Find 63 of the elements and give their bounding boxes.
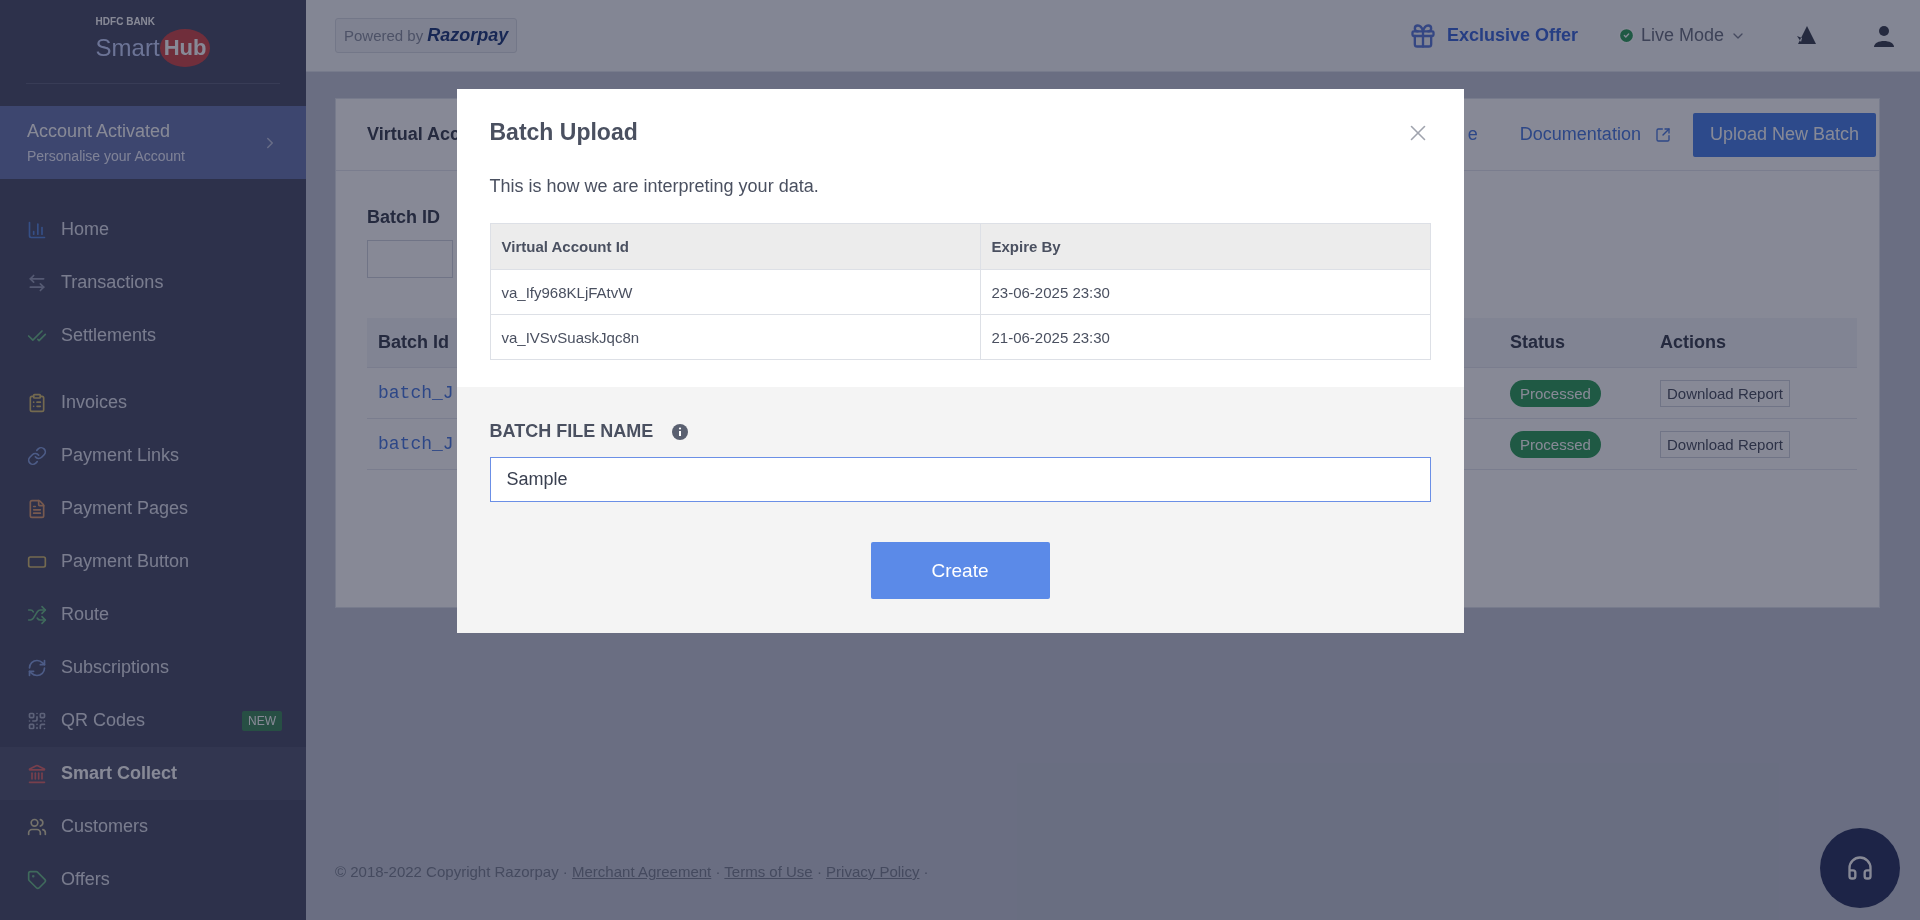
sidebar-item[interactable]: Route bbox=[0, 588, 306, 641]
sidebar-item[interactable]: Payment Pages bbox=[0, 482, 306, 535]
column-header: Virtual Account Id bbox=[500, 237, 630, 257]
batch-id-link[interactable]: batch_J bbox=[378, 383, 454, 403]
logo-bank-text: HDFC BANK bbox=[95, 16, 156, 28]
user-icon[interactable] bbox=[1872, 23, 1896, 48]
batch-id-link[interactable]: batch_J bbox=[378, 434, 454, 454]
arrows-icon bbox=[27, 272, 47, 293]
table-cell: 21-06-2025 23:30 bbox=[979, 315, 1430, 359]
split-arrows-icon bbox=[27, 604, 47, 625]
gift-icon bbox=[1408, 21, 1437, 50]
sidebar-item[interactable]: Smart Collect bbox=[0, 747, 306, 800]
bar-chart-icon bbox=[27, 219, 47, 240]
qr-code-icon bbox=[27, 710, 47, 731]
brand-logo-text: Razorpay bbox=[427, 25, 509, 46]
bank-icon bbox=[27, 763, 47, 784]
header-link[interactable]: e bbox=[1467, 124, 1478, 145]
sidebar-item[interactable]: Customers bbox=[0, 800, 306, 853]
headset-icon bbox=[1846, 854, 1874, 882]
mode-dropdown[interactable]: Live Mode bbox=[1617, 25, 1746, 46]
link-icon bbox=[27, 445, 47, 466]
dialog-description: This is how we are interpreting your data. bbox=[489, 176, 820, 197]
people-icon bbox=[27, 816, 47, 837]
refresh-icon bbox=[27, 657, 47, 678]
card-title: Virtual Acc bbox=[367, 124, 461, 145]
dialog-title: Batch Upload bbox=[489, 119, 638, 146]
sidebar-item[interactable]: Payment Button bbox=[0, 535, 306, 588]
table-cell-text: va_IVSvSuaskJqc8n bbox=[500, 327, 641, 348]
check-circle-icon bbox=[1617, 27, 1635, 44]
sidebar-item[interactable]: Home bbox=[0, 203, 306, 256]
new-badge: NEW bbox=[242, 710, 282, 731]
clipboard-icon bbox=[27, 392, 47, 413]
status-badge: Processed bbox=[1510, 430, 1601, 458]
table-cell-text: va_Ify968KLjFAtvW bbox=[500, 282, 634, 303]
logo-text: Smart bbox=[95, 34, 160, 63]
sidebar-item[interactable]: Subscriptions bbox=[0, 641, 306, 694]
exclusive-offer-link[interactable]: Exclusive Offer bbox=[1408, 21, 1578, 50]
document-icon bbox=[27, 498, 47, 519]
tag-icon bbox=[27, 869, 47, 890]
sidebar-item[interactable]: Invoices bbox=[0, 376, 306, 429]
external-link-icon bbox=[1654, 126, 1671, 143]
sidebar-item[interactable]: Settlements bbox=[0, 309, 306, 362]
info-icon bbox=[671, 422, 690, 441]
column-header: Batch Id bbox=[378, 332, 449, 353]
sidebar-item[interactable]: Payment Links bbox=[0, 429, 306, 482]
account-banner[interactable]: Account Activated Personalise your Account bbox=[0, 106, 306, 179]
sidebar-item[interactable]: Offers bbox=[0, 853, 306, 906]
column-header: Status bbox=[1510, 332, 1565, 353]
batch-file-name-field[interactable]: Sample bbox=[489, 457, 1431, 502]
download-report-button[interactable]: Download Report bbox=[1660, 430, 1790, 458]
status-badge: Processed bbox=[1510, 379, 1601, 407]
banner-title: Account Activated bbox=[27, 121, 172, 143]
documentation-link[interactable]: Documentation bbox=[1519, 124, 1671, 145]
field-label: BATCH FILE NAME bbox=[489, 421, 654, 442]
sidebar-item[interactable]: Transactions bbox=[0, 256, 306, 309]
column-header: Actions bbox=[1660, 332, 1726, 353]
sidebar-item[interactable]: QR Codes NEW bbox=[0, 694, 306, 747]
banner-subtitle: Personalise your Account bbox=[27, 148, 185, 165]
filter-label: Batch ID bbox=[367, 207, 441, 228]
create-button[interactable]: Create bbox=[870, 542, 1050, 599]
download-report-button[interactable]: Download Report bbox=[1660, 379, 1790, 407]
upload-new-batch-button[interactable]: Upload New Batch bbox=[1692, 112, 1876, 157]
logo-hub-text: Hub bbox=[159, 29, 211, 68]
